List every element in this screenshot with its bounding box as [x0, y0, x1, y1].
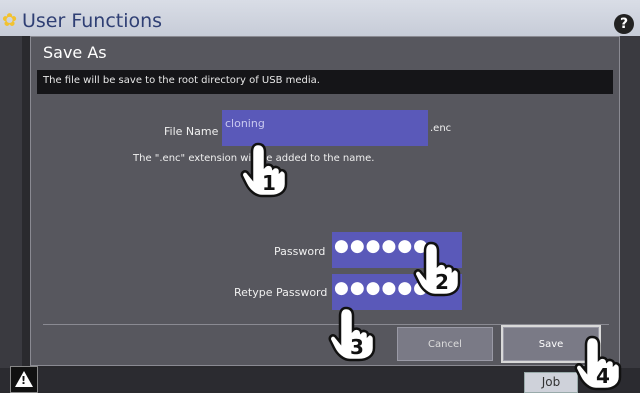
- pointer-hand-3: 3: [328, 306, 376, 362]
- warning-button[interactable]: !: [10, 366, 38, 393]
- step-3-number: 3: [350, 335, 364, 359]
- page-title: User Functions: [22, 10, 163, 32]
- left-panel: [0, 36, 22, 391]
- pointer-hand-4: 4: [574, 335, 622, 391]
- pointer-hand-2: 2: [413, 241, 461, 297]
- info-bar: The file will be save to the root direct…: [37, 70, 613, 94]
- divider: [43, 324, 609, 325]
- right-panel: [620, 36, 640, 391]
- step-1-number: 1: [262, 171, 276, 195]
- password-label: Password: [274, 245, 326, 258]
- info-text: The file will be save to the root direct…: [43, 75, 320, 86]
- step-2-number: 2: [435, 270, 449, 294]
- pointer-hand-1: 1: [240, 142, 288, 198]
- cancel-button[interactable]: Cancel: [397, 327, 493, 361]
- extension-label: .enc: [430, 123, 452, 134]
- gear-icon: ✿: [2, 10, 18, 31]
- retype-password-label: Retype Password: [234, 286, 328, 299]
- save-as-dialog: Save As The file will be save to the roo…: [30, 36, 620, 366]
- help-icon[interactable]: ?: [614, 14, 634, 34]
- step-4-number: 4: [596, 364, 610, 388]
- job-status-button[interactable]: Job: [524, 372, 578, 393]
- file-name-label: File Name: [164, 125, 219, 138]
- dialog-title: Save As: [43, 43, 107, 62]
- warning-mark: !: [21, 374, 27, 387]
- file-name-value: cloning: [225, 117, 265, 130]
